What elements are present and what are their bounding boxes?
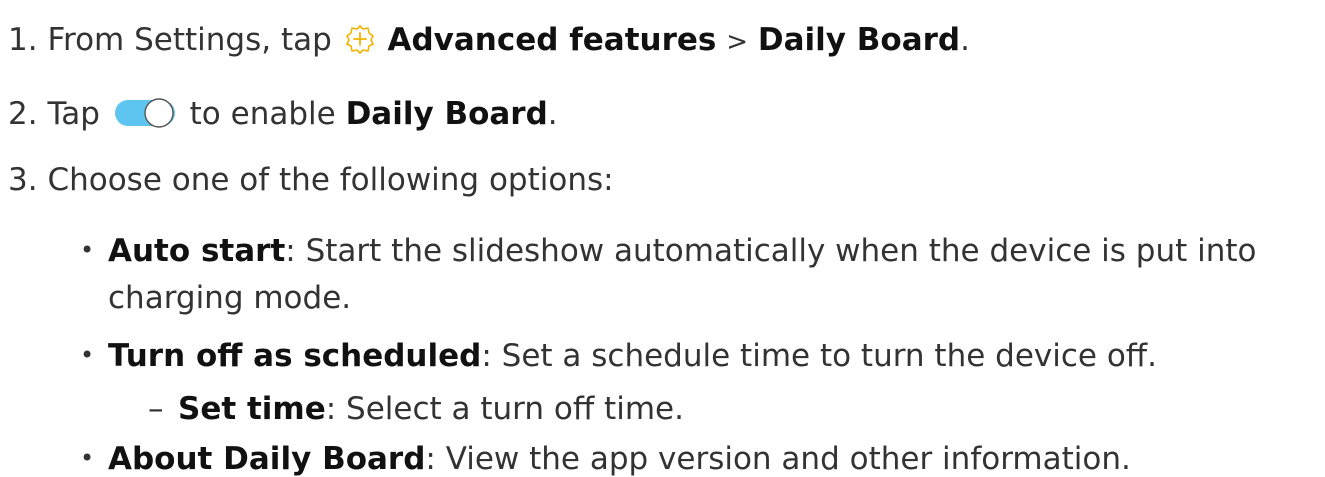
option-desc-cont: charging mode. <box>108 280 352 316</box>
daily-board-label: Daily Board <box>345 96 548 132</box>
sub-option-set-time: Set time: Select a turn off time. <box>178 394 684 425</box>
toggle-switch-icon <box>114 98 175 128</box>
option-term: About Daily Board <box>108 441 426 477</box>
option-term: Turn off as scheduled <box>108 338 482 374</box>
bullet: • <box>80 341 95 369</box>
step-number: 1. <box>8 22 38 58</box>
step-text-middle: to enable <box>189 96 336 132</box>
step-3: 3. Choose one of the following options: <box>8 165 614 196</box>
sub-dash: – <box>148 391 164 427</box>
option-about-daily-board: About Daily Board: View the app version … <box>108 444 1131 475</box>
step-2: 2. Tap to enable Daily Board. <box>8 97 558 130</box>
bullet: • <box>80 236 95 264</box>
step-text: From Settings, tap <box>47 22 332 58</box>
step-text: Tap <box>47 96 100 132</box>
step-number: 2. <box>8 96 38 132</box>
step-1: 1. From Settings, tap Advanced features … <box>8 23 970 56</box>
bullet: • <box>80 444 95 472</box>
separator: > <box>726 27 749 57</box>
sub-option-desc: : Select a turn off time. <box>325 391 684 427</box>
period: . <box>960 22 970 58</box>
option-term: Auto start <box>108 233 286 269</box>
step-text: Choose one of the following options: <box>47 162 614 198</box>
option-auto-start: Auto start: Start the slideshow automati… <box>108 236 1257 267</box>
option-auto-start-cont: charging mode. <box>108 283 351 314</box>
option-desc: : Start the slideshow automatically when… <box>285 233 1257 269</box>
daily-board-label: Daily Board <box>757 22 961 58</box>
option-turn-off-as-scheduled: Turn off as scheduled: Set a schedule ti… <box>108 341 1157 372</box>
step-number: 3. <box>8 162 38 198</box>
period: . <box>547 96 558 132</box>
advanced-features-label: Advanced features <box>387 22 717 58</box>
option-desc: : Set a schedule time to turn the device… <box>481 338 1158 374</box>
option-desc: : View the app version and other informa… <box>425 441 1131 477</box>
sub-option-term: Set time <box>178 391 326 427</box>
advanced-features-gear-icon <box>345 25 374 54</box>
